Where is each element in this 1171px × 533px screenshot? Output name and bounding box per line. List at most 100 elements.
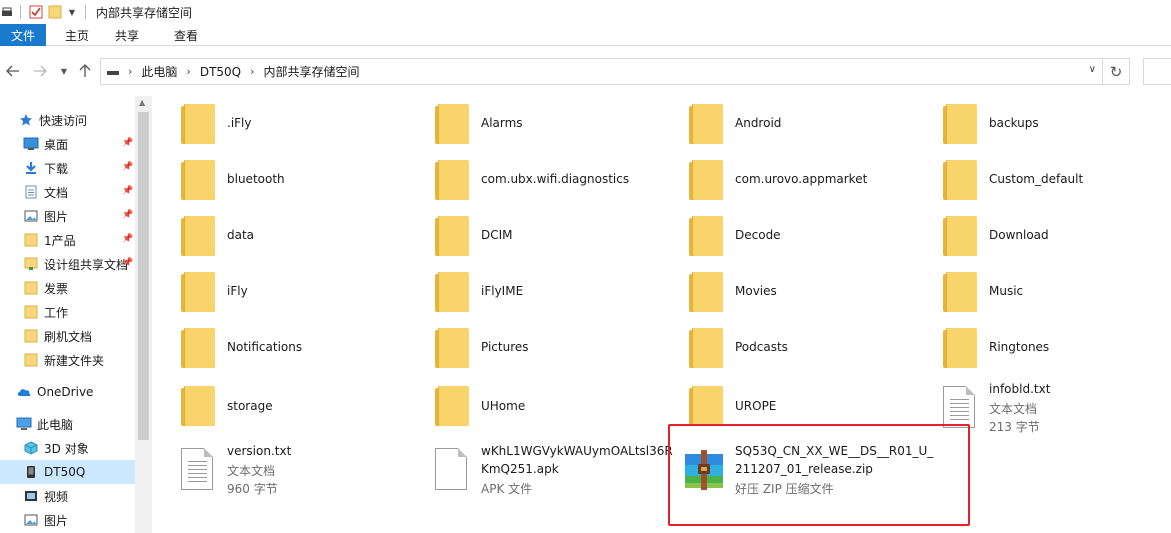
sidebar-item-folder-1[interactable]: 1产品	[0, 228, 135, 252]
folder-icon	[23, 328, 39, 344]
tab-file[interactable]: 文件	[0, 24, 46, 46]
scroll-up-arrow-icon[interactable]: ▲	[139, 98, 145, 107]
file-name: Custom_default	[989, 172, 1084, 186]
file-item-folder[interactable]: iFly	[181, 272, 431, 324]
sidebar-item-videos[interactable]: 视频	[0, 484, 135, 508]
file-item-folder[interactable]: Download	[943, 216, 1171, 268]
file-name: com.urovo.appmarket	[735, 172, 868, 186]
sidebar-item-this-pc[interactable]: 此电脑	[0, 412, 135, 436]
file-item-folder[interactable]: com.urovo.appmarket	[689, 160, 939, 212]
sidebar-item-pictures[interactable]: 图片	[0, 204, 135, 228]
sidebar-item-label: 文档	[44, 185, 69, 200]
properties-icon[interactable]	[27, 0, 45, 24]
breadcrumb-this-pc[interactable]: 此电脑	[141, 63, 177, 80]
recent-locations-icon[interactable]: ▼	[58, 62, 70, 80]
address-history-dropdown-icon[interactable]: ∨	[1089, 64, 1096, 75]
folder-icon	[943, 160, 977, 200]
pin-icon[interactable]: 📌	[122, 210, 133, 220]
sidebar-item-documents[interactable]: 文档	[0, 180, 135, 204]
file-size: 213 字节	[989, 420, 1040, 434]
pin-icon[interactable]: 📌	[122, 186, 133, 196]
address-bar[interactable]: › 此电脑 › DT50Q › 内部共享存储空间 ∨	[100, 58, 1103, 85]
file-item-folder[interactable]: Pictures	[435, 328, 685, 380]
sidebar-item-invoices[interactable]: 发票	[0, 276, 135, 300]
file-item-folder[interactable]: Decode	[689, 216, 939, 268]
customize-toolbar-icon[interactable]: ▼	[65, 0, 79, 24]
refresh-button[interactable]: ↻	[1103, 58, 1130, 85]
file-item-text[interactable]: infobld.txt 文本文档 213 字节	[943, 382, 1171, 434]
sidebar-item-quick-access[interactable]: 快速访问	[0, 108, 135, 132]
file-item-folder[interactable]: data	[181, 216, 431, 268]
file-item-folder[interactable]: backups	[943, 104, 1171, 156]
pin-icon[interactable]: 📌	[122, 162, 133, 172]
pin-icon[interactable]: 📌	[122, 138, 133, 148]
file-item-folder[interactable]: Music	[943, 272, 1171, 324]
folder-icon	[689, 160, 723, 200]
tab-share[interactable]: 共享	[104, 24, 150, 46]
file-item-folder[interactable]: Custom_default	[943, 160, 1171, 212]
window-icon[interactable]	[0, 0, 14, 24]
folder-icon	[943, 104, 977, 144]
pin-icon[interactable]: 📌	[122, 258, 133, 268]
file-name: backups	[989, 116, 1039, 130]
sidebar-item-shared-docs[interactable]: 设计组共享文档	[0, 252, 135, 276]
new-folder-icon[interactable]	[45, 0, 65, 24]
file-name: UROPE	[735, 399, 777, 413]
file-item-folder[interactable]: DCIM	[435, 216, 685, 268]
sidebar-item-work[interactable]: 工作	[0, 300, 135, 324]
sidebar-item-flash-docs[interactable]: 刷机文档	[0, 324, 135, 348]
text-file-icon	[181, 448, 213, 490]
pictures-icon	[23, 208, 39, 224]
file-item-folder[interactable]: storage	[181, 386, 431, 438]
breadcrumb-device[interactable]: DT50Q	[200, 65, 241, 79]
sidebar-item-pictures-pc[interactable]: 图片	[0, 508, 135, 532]
quick-access-toolbar: ▼	[0, 0, 92, 24]
up-arrow-icon[interactable]	[76, 62, 94, 80]
sidebar-item-onedrive[interactable]: OneDrive	[0, 380, 135, 404]
title-bar: ▼ 内部共享存储空间	[0, 0, 1171, 24]
breadcrumb-arrow-icon[interactable]: ›	[186, 65, 190, 78]
forward-arrow-icon[interactable]	[31, 62, 49, 80]
sidebar-scrollbar[interactable]: ▲	[135, 96, 152, 533]
file-name: iFly	[227, 284, 248, 298]
breadcrumb-arrow-icon[interactable]: ›	[128, 65, 132, 78]
folder-icon	[689, 386, 723, 426]
sidebar-item-downloads[interactable]: 下载	[0, 156, 135, 180]
drive-icon	[107, 68, 119, 76]
file-item-text[interactable]: version.txt 文本文档 960 字节	[181, 444, 431, 496]
file-item-folder[interactable]: Movies	[689, 272, 939, 324]
pin-icon[interactable]: 📌	[122, 234, 133, 244]
file-item-folder[interactable]: Podcasts	[689, 328, 939, 380]
file-item-folder[interactable]: UHome	[435, 386, 685, 438]
scrollbar-thumb[interactable]	[138, 112, 149, 440]
file-item-folder[interactable]: Notifications	[181, 328, 431, 380]
sidebar-item-3d-objects[interactable]: 3D 对象	[0, 436, 135, 460]
breadcrumb-current-folder[interactable]: 内部共享存储空间	[264, 63, 360, 80]
file-item-folder[interactable]: Ringtones	[943, 328, 1171, 380]
folder-icon	[23, 352, 39, 368]
folder-icon	[181, 216, 215, 256]
sidebar-item-new-folder[interactable]: 新建文件夹	[0, 348, 135, 372]
tab-home[interactable]: 主页	[50, 24, 104, 46]
file-item-folder[interactable]: bluetooth	[181, 160, 431, 212]
text-file-icon	[943, 386, 975, 428]
file-item-apk[interactable]: wKhL1WGVykWAUymOALtsl36R KmQ251.apk APK …	[435, 444, 685, 496]
file-item-folder[interactable]: Android	[689, 104, 939, 156]
file-item-folder[interactable]: .iFly	[181, 104, 431, 156]
sidebar-item-device[interactable]: DT50Q	[0, 460, 135, 484]
breadcrumb-arrow-icon[interactable]: ›	[250, 65, 254, 78]
window-title: 内部共享存储空间	[96, 5, 193, 20]
sidebar-item-label: 1产品	[44, 233, 76, 248]
search-input[interactable]	[1143, 58, 1171, 85]
file-name: iFlyIME	[481, 284, 524, 298]
file-item-folder[interactable]: Alarms	[435, 104, 685, 156]
navigation-bar: ▼ › 此电脑 › DT50Q › 内部共享存储空间 ∨ ↻	[0, 46, 1171, 96]
tab-view[interactable]: 查看	[156, 24, 216, 46]
sidebar-item-desktop[interactable]: 桌面	[0, 132, 135, 156]
file-item-folder[interactable]: iFlyIME	[435, 272, 685, 324]
file-item-folder[interactable]: com.ubx.wifi.diagnostics	[435, 160, 685, 212]
toolbar-divider	[20, 5, 21, 19]
folder-icon	[689, 272, 723, 312]
back-arrow-icon[interactable]	[4, 62, 22, 80]
folder-icon	[435, 216, 469, 256]
